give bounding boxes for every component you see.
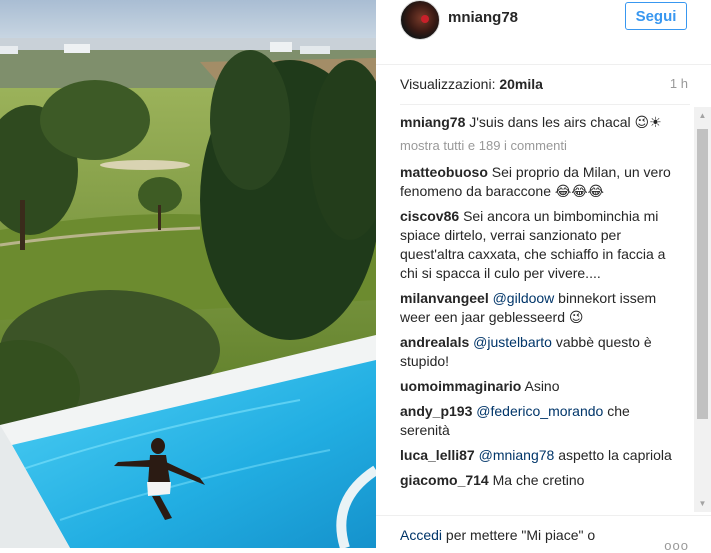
views-label: Visualizzazioni:	[400, 76, 500, 92]
caption-username[interactable]: mniang78	[400, 114, 465, 130]
scrollbar-thumb[interactable]	[697, 129, 708, 419]
comment-username[interactable]: giacomo_714	[400, 472, 489, 488]
login-prompt-text: per mettere "Mi piace" o	[442, 527, 596, 543]
post-timestamp[interactable]: 1 h	[670, 76, 688, 91]
comment-mention[interactable]: @mniang78	[479, 447, 555, 463]
avatar-jersey-badge	[421, 15, 429, 23]
scroll-down-arrow-icon[interactable]: ▼	[694, 495, 711, 512]
scroll-up-arrow-icon[interactable]: ▲	[694, 107, 711, 124]
comments-scrollbar[interactable]: ▲ ▼	[694, 107, 711, 512]
login-link[interactable]: Accedi	[400, 527, 442, 543]
list-item: giacomo_714 Ma che cretino	[400, 471, 678, 490]
caption: mniang78 J'suis dans les airs chacal 😉☀	[400, 113, 678, 132]
comment-username[interactable]: luca_lelli87	[400, 447, 475, 463]
list-item: uomoimmaginario Asino	[400, 377, 678, 396]
list-item: milanvangeel @gildoow binnekort issem we…	[400, 289, 678, 327]
comment-username[interactable]: ciscov86	[400, 208, 459, 224]
comment-username[interactable]: uomoimmaginario	[400, 378, 521, 394]
post-info-panel: mniang78 Segui Visualizzazioni: 20mila 1…	[376, 0, 711, 553]
caption-text: J'suis dans les airs chacal 😉☀	[469, 114, 662, 130]
list-item: andrealals @justelbarto vabbè questo è s…	[400, 333, 678, 371]
follow-button[interactable]: Segui	[625, 2, 687, 30]
list-item: matteobuoso Sei proprio da Milan, un ver…	[400, 163, 678, 201]
comment-username[interactable]: milanvangeel	[400, 290, 489, 306]
post-header: mniang78 Segui	[376, 0, 711, 65]
post-author-username[interactable]: mniang78	[448, 9, 518, 26]
comment-mention[interactable]: @federico_morando	[476, 403, 603, 419]
comment-username[interactable]: matteobuoso	[400, 164, 488, 180]
list-item: ciscov86 Sei ancora un bimbominchia mi s…	[400, 207, 678, 283]
views-count: 20mila	[499, 76, 543, 92]
post-footer: Accedi per mettere "Mi piace" o ooo	[376, 515, 711, 553]
divider	[400, 104, 690, 105]
views-row: Visualizzazioni: 20mila 1 h	[400, 76, 688, 96]
comment-text: Asino	[524, 378, 560, 394]
comment-username[interactable]: andrealals	[400, 334, 469, 350]
comments-list: mniang78 J'suis dans les airs chacal 😉☀ …	[400, 113, 678, 496]
comment-text: aspetto la capriola	[554, 447, 672, 463]
pool-jump-scene	[0, 0, 376, 548]
comment-username[interactable]: andy_p193	[400, 403, 472, 419]
more-options-icon[interactable]: ooo	[664, 538, 689, 553]
avatar[interactable]	[400, 0, 440, 40]
comment-mention[interactable]: @justelbarto	[473, 334, 552, 350]
comment-mention[interactable]: @gildoow	[493, 290, 555, 306]
list-item: andy_p193 @federico_morando che serenità	[400, 402, 678, 440]
comment-text: Ma che cretino	[492, 472, 585, 488]
list-item: luca_lelli87 @mniang78 aspetto la caprio…	[400, 446, 678, 465]
post-media[interactable]	[0, 0, 376, 548]
load-more-comments-link[interactable]: mostra tutti e 189 i commenti	[400, 136, 678, 155]
login-prompt: Accedi per mettere "Mi piace" o	[400, 527, 595, 543]
